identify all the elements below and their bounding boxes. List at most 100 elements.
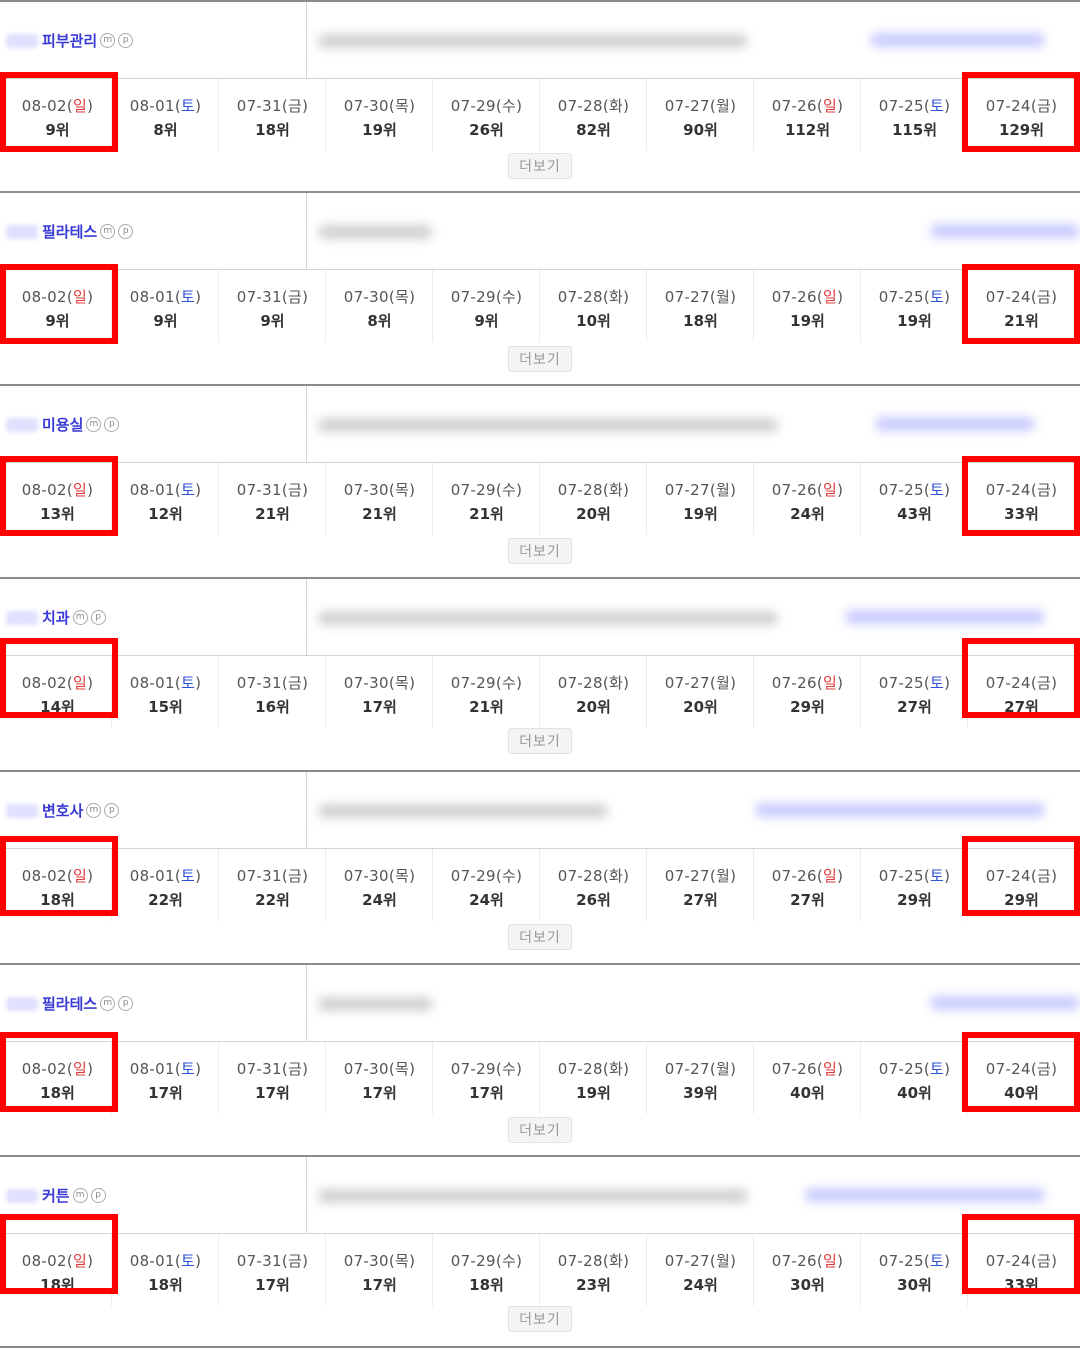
rank-date: 07-28(화) [557,674,630,692]
rank-date: 08-02(일) [21,97,94,115]
rank-date: 08-01(토) [129,867,202,885]
daily-rank-cell: 07-29(수) 24위 [432,849,540,921]
keyword[interactable]: 필라테스 m p [6,221,134,242]
rank-value: 8위 [367,312,392,330]
keyword[interactable]: 변호사 m p [6,800,120,821]
keyword-text[interactable]: 변호사 [42,800,83,821]
more-button[interactable]: 더보기 [508,924,572,950]
daily-rank-cell: 08-02(일) 18위 [4,1042,111,1114]
keyword[interactable]: 치과 m p [6,607,106,628]
rank-date: 07-31(금) [236,288,309,306]
keyword-header: 커튼 m p [0,1157,1080,1234]
rank-value: 30위 [790,1276,825,1294]
rank-value: 33위 [1004,505,1039,523]
rank-value: 19위 [790,312,825,330]
rank-date: 07-31(금) [236,97,309,115]
daily-rank-cell: 07-29(수) 21위 [432,656,540,728]
weekday-text: 일 [72,97,88,115]
date-text: 08-02 [21,1060,67,1078]
rank-value: 17위 [469,1084,504,1102]
weekday-text: 토 [929,288,945,306]
daily-rank-cell: 07-28(화) 26위 [539,849,647,921]
rank-value: 15위 [148,698,183,716]
weekday-text: 목 [394,1252,410,1270]
rank-date: 07-28(화) [557,1060,630,1078]
daily-rank-cell: 07-30(목) 19위 [325,79,433,151]
daily-rank-cell: 08-01(토) 12위 [111,463,219,535]
daily-rank-cell: 07-25(토) 30위 [860,1234,968,1306]
daily-rank-cell: 08-01(토) 15위 [111,656,219,728]
keyword-text[interactable]: 커튼 [42,1185,70,1206]
weekday-text: 일 [822,1252,838,1270]
daily-rank-cell: 07-30(목) 17위 [325,1042,433,1114]
rank-date: 07-25(토) [878,97,951,115]
weekday-text: 화 [608,288,624,306]
date-text: 07-30 [343,97,389,115]
mobile-badge-icon: m [86,417,102,432]
date-text: 07-31 [236,288,282,306]
keyword-text[interactable]: 필라테스 [42,221,97,242]
rank-value: 19위 [683,505,718,523]
keyword-section: 미용실 m p 08-02(일) 13위 08-01(토) 12위 07-31(금) 21위 07… [0,384,1080,564]
rank-value: 19위 [362,121,397,139]
date-text: 07-24 [985,481,1031,499]
rank-value: 40위 [790,1084,825,1102]
keyword[interactable]: 커튼 m p [6,1185,106,1206]
date-text: 07-29 [450,288,496,306]
date-text: 07-25 [878,481,924,499]
date-text: 07-27 [664,288,710,306]
keyword-text[interactable]: 미용실 [42,414,83,435]
pc-badge-icon: p [90,610,106,625]
more-button[interactable]: 더보기 [508,153,572,179]
rank-value: 19위 [576,1084,611,1102]
daily-rank-cell: 07-30(목) 8위 [325,270,433,342]
date-text: 07-24 [985,97,1031,115]
rank-date: 08-02(일) [21,288,94,306]
rank-date: 07-29(수) [450,288,523,306]
daily-rank-cell: 07-26(일) 27위 [753,849,861,921]
rank-date: 07-27(월) [664,97,737,115]
weekday-text: 토 [180,481,196,499]
weekday-text: 금 [287,867,303,885]
keyword-text[interactable]: 필라테스 [42,993,97,1014]
weekday-text: 일 [822,288,838,306]
daily-rank-cell: 07-31(금) 17위 [218,1234,326,1306]
keyword-header: 치과 m p [0,579,1080,656]
keyword[interactable]: 피부관리 m p [6,30,134,51]
more-button[interactable]: 더보기 [508,538,572,564]
keyword-text[interactable]: 피부관리 [42,30,97,51]
blurred-url [318,997,433,1011]
weekday-text: 일 [822,481,838,499]
daily-rank-cell: 08-01(토) 9위 [111,270,219,342]
daily-rank-cell: 07-29(수) 26위 [432,79,540,151]
daily-rank-cell: 07-27(월) 24위 [646,1234,754,1306]
rank-history-page: 피부관리 m p 08-02(일) 9위 08-01(토) 8위 07-31(금) 18위 07-… [0,0,1080,1350]
rank-value: 115위 [891,121,938,139]
rank-value: 14위 [40,698,75,716]
rank-value: 26위 [576,891,611,909]
weekday-text: 토 [929,481,945,499]
daily-rank-cell: 07-24(금) 129위 [967,79,1075,151]
more-button[interactable]: 더보기 [508,346,572,372]
date-text: 07-31 [236,1060,282,1078]
daily-rank-cell: 07-30(목) 17위 [325,656,433,728]
more-button[interactable]: 더보기 [508,728,572,754]
daily-rank-cell: 07-31(금) 16위 [218,656,326,728]
daily-rank-cell: 08-01(토) 8위 [111,79,219,151]
more-button[interactable]: 더보기 [508,1117,572,1143]
weekday-text: 토 [929,674,945,692]
keyword[interactable]: 미용실 m p [6,414,120,435]
more-button[interactable]: 더보기 [508,1306,572,1332]
rank-value: 24위 [469,891,504,909]
blurred-url [318,804,608,818]
weekday-text: 목 [394,674,410,692]
weekday-text: 일 [72,481,88,499]
keyword[interactable]: 필라테스 m p [6,993,134,1014]
date-text: 07-29 [450,97,496,115]
date-text: 07-24 [985,1252,1031,1270]
rank-date: 07-25(토) [878,674,951,692]
keyword-text[interactable]: 치과 [42,607,70,628]
rank-value: 17위 [255,1276,290,1294]
blurred-prefix [6,224,38,239]
rank-date: 07-31(금) [236,674,309,692]
